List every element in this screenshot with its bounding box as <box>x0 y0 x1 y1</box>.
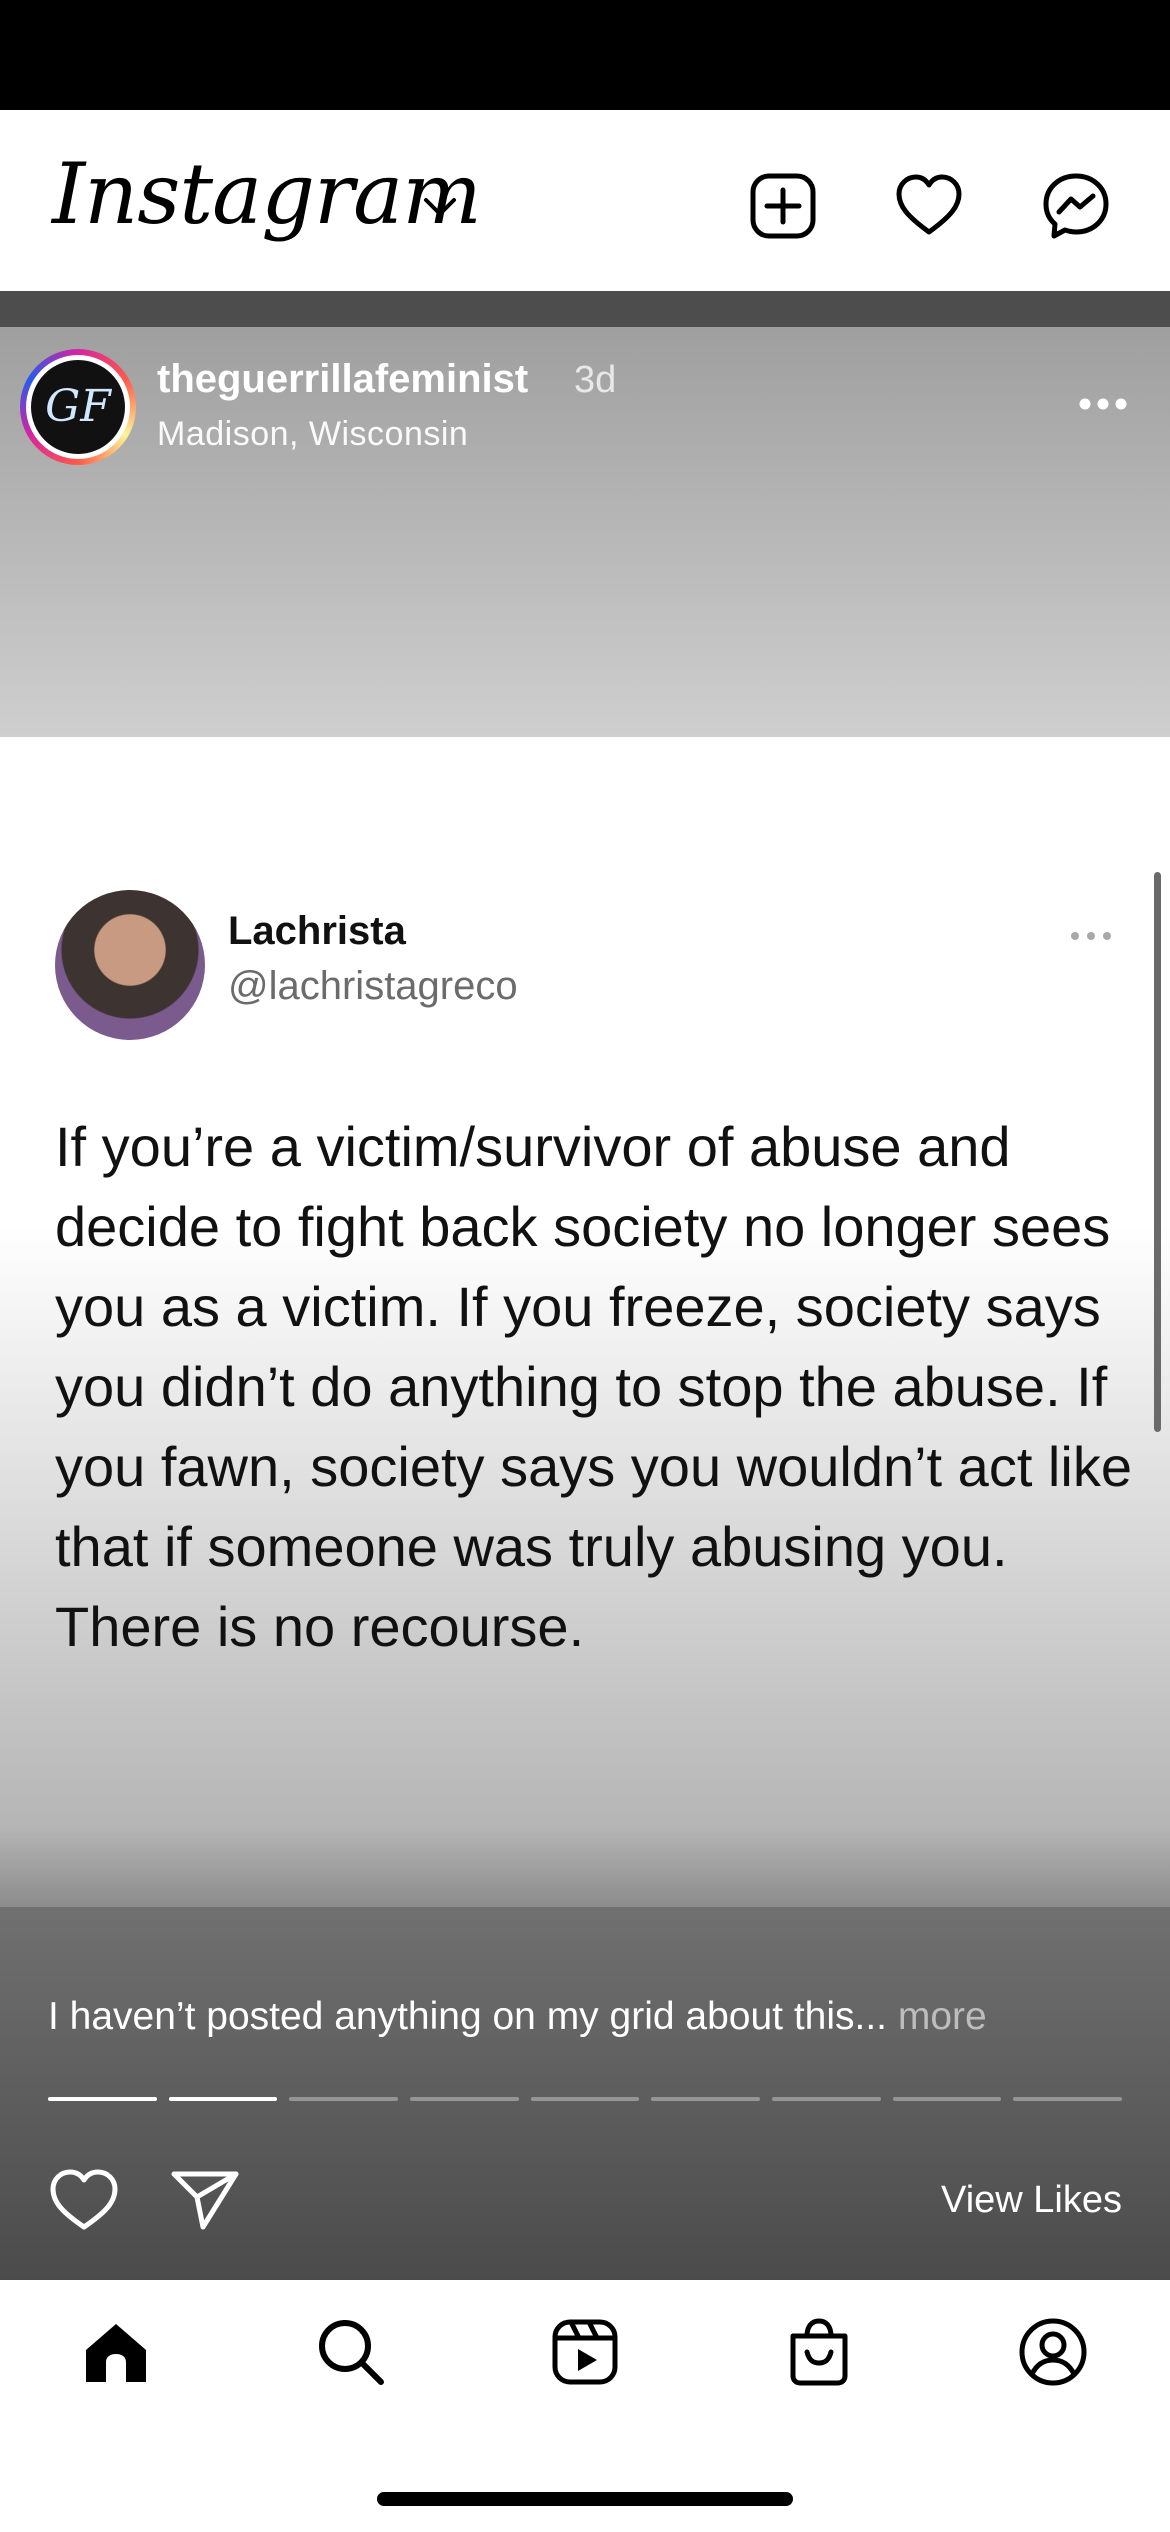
caption-more-link[interactable]: more <box>898 1995 987 2038</box>
progress-segment <box>168 2097 278 2101</box>
story-viewer[interactable]: GF theguerrillafeminist 3d Madison, Wisc… <box>0 327 1170 2280</box>
story-time: 3d <box>574 359 617 401</box>
tweet-author-name: Lachrista <box>228 909 406 953</box>
tweet-author-handle: @lachristagreco <box>228 964 518 1008</box>
home-indicator <box>377 2492 793 2506</box>
like-icon[interactable] <box>48 2167 120 2233</box>
progress-segment <box>772 2097 881 2101</box>
new-post-icon[interactable] <box>747 170 819 242</box>
view-likes-button[interactable]: View Likes <box>930 2179 1122 2222</box>
progress-segment <box>651 2097 761 2101</box>
progress-segment <box>892 2097 1002 2101</box>
caption-text: I haven’t posted anything on my grid abo… <box>48 1995 888 2038</box>
progress-segment <box>289 2097 399 2101</box>
story-avatar[interactable]: GF <box>20 349 136 465</box>
reels-icon[interactable] <box>549 2316 621 2388</box>
top-bar: Instagram <box>0 110 1170 291</box>
progress-segment <box>1013 2097 1123 2101</box>
search-icon[interactable] <box>315 2316 387 2388</box>
profile-icon[interactable] <box>1017 2316 1089 2388</box>
more-options-icon[interactable] <box>1078 397 1128 411</box>
story-progress <box>48 2097 1123 2101</box>
heart-icon[interactable] <box>893 170 965 242</box>
bottom-tab-bar <box>0 2280 1170 2532</box>
tweet-more-icon <box>1071 932 1111 940</box>
story-caption[interactable]: I haven’t posted anything on my grid abo… <box>48 1995 987 2039</box>
story-location[interactable]: Madison, Wisconsin <box>157 415 468 454</box>
progress-segment <box>410 2097 519 2101</box>
send-icon[interactable] <box>170 2169 240 2231</box>
scroll-indicator <box>1154 872 1161 1432</box>
instagram-logo[interactable]: Instagram <box>52 152 482 236</box>
feed-divider <box>0 291 1170 327</box>
home-icon[interactable] <box>80 2316 152 2388</box>
story-username[interactable]: theguerrillafeminist <box>157 357 528 402</box>
shop-icon[interactable] <box>783 2316 855 2388</box>
chevron-down-icon[interactable] <box>420 192 460 222</box>
avatar-monogram: GF <box>31 360 125 454</box>
progress-segment <box>48 2097 157 2101</box>
status-bar <box>0 0 1170 110</box>
progress-segment <box>530 2097 640 2101</box>
tweet-body: If you’re a victim/survivor of abuse and… <box>55 1115 1132 1658</box>
messenger-icon[interactable] <box>1040 170 1112 242</box>
tweet-author-avatar <box>55 890 205 1040</box>
